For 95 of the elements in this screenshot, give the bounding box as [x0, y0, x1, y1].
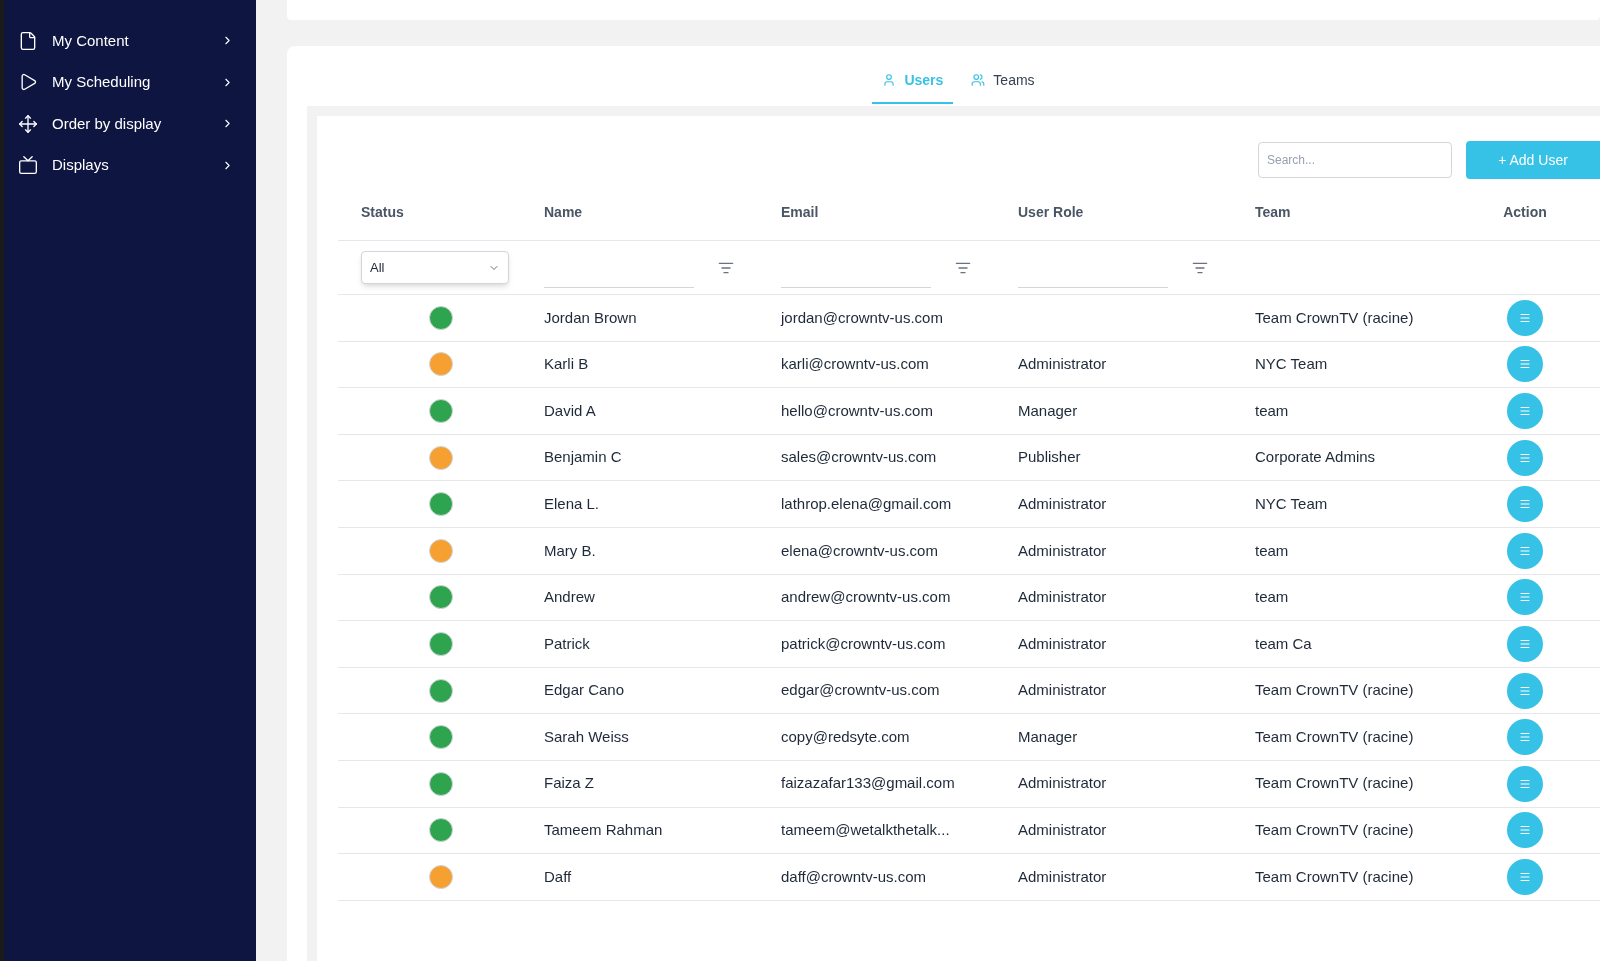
- team-cell: team Ca: [1255, 634, 1312, 652]
- role-cell: Administrator: [1018, 821, 1107, 839]
- menu-icon: [1519, 498, 1531, 511]
- menu-icon: [1519, 637, 1531, 650]
- move-icon: [18, 113, 38, 134]
- column-header: Status: [361, 203, 404, 220]
- team-cell: team: [1255, 401, 1289, 419]
- team-cell: team: [1255, 541, 1289, 559]
- email-cell: edgar@crowntv-us.com: [781, 681, 940, 699]
- name-cell: Mary B.: [544, 541, 596, 559]
- sidebar-item[interactable]: Order by display: [4, 103, 256, 145]
- menu-icon: [1519, 591, 1531, 604]
- team-cell: Team CrownTV (racine): [1255, 681, 1414, 699]
- name-cell: David A: [544, 401, 596, 419]
- role-cell: Administrator: [1018, 355, 1107, 373]
- name-cell: Patrick: [544, 634, 590, 652]
- name-cell: Andrew: [544, 588, 595, 606]
- action-menu-button[interactable]: [1507, 765, 1543, 802]
- team-cell: Team CrownTV (racine): [1255, 821, 1414, 839]
- column-header: Email: [781, 203, 819, 220]
- email-cell: karli@crowntv-us.com: [781, 355, 929, 373]
- column-header: Team: [1255, 203, 1291, 220]
- menu-icon: [1519, 451, 1531, 464]
- action-menu-button[interactable]: [1507, 858, 1543, 895]
- search-field[interactable]: Search...: [1258, 142, 1452, 178]
- action-menu-button[interactable]: [1507, 812, 1543, 849]
- action-menu-button[interactable]: [1507, 486, 1543, 523]
- action-menu-button[interactable]: [1507, 625, 1543, 662]
- action-menu-button[interactable]: [1507, 393, 1543, 429]
- team-cell: Team CrownTV (racine): [1255, 727, 1414, 745]
- action-menu-button[interactable]: [1507, 579, 1543, 616]
- team-cell: Team CrownTV (racine): [1255, 308, 1414, 326]
- name-cell: Tameem Rahman: [544, 821, 663, 839]
- email-cell: patrick@crowntv-us.com: [781, 634, 946, 652]
- role-cell: Manager: [1018, 401, 1078, 419]
- menu-icon: [1519, 311, 1531, 324]
- file-icon: [18, 30, 38, 51]
- people-icon: [971, 73, 986, 87]
- role-cell: Administrator: [1018, 681, 1107, 699]
- email-cell: hello@crowntv-us.com: [781, 401, 933, 419]
- role-cell: Administrator: [1018, 541, 1107, 559]
- menu-icon: [1519, 731, 1531, 744]
- email-cell: daff@crowntv-us.com: [781, 867, 926, 885]
- menu-icon: [1519, 405, 1531, 417]
- person-icon: [882, 73, 897, 87]
- role-cell: Administrator: [1018, 867, 1107, 885]
- tv-icon: [18, 155, 38, 176]
- email-cell: copy@redsyte.com: [781, 727, 910, 745]
- column-header: Name: [544, 203, 583, 220]
- name-cell: Edgar Cano: [544, 681, 625, 699]
- email-cell: lathrop.elena@gmail.com: [781, 494, 952, 512]
- action-menu-button[interactable]: [1507, 299, 1543, 336]
- action-menu-button[interactable]: [1507, 672, 1543, 709]
- email-cell: jordan@crowntv-us.com: [781, 308, 943, 326]
- team-cell: Corporate Admins: [1255, 448, 1376, 466]
- name-cell: Elena L.: [544, 494, 600, 512]
- team-cell: NYC Team: [1255, 355, 1328, 373]
- name-cell: Jordan Brown: [544, 308, 637, 326]
- name-cell: Faiza Z: [544, 774, 594, 792]
- role-cell: Manager: [1018, 727, 1078, 745]
- team-cell: Team CrownTV (racine): [1255, 867, 1414, 885]
- tab[interactable]: Teams: [961, 58, 1045, 104]
- email-cell: elena@crowntv-us.com: [781, 541, 938, 559]
- menu-icon: [1519, 544, 1531, 557]
- action-menu-button[interactable]: [1507, 439, 1543, 476]
- team-cell: team: [1255, 588, 1289, 606]
- name-cell: Sarah Weiss: [544, 727, 629, 745]
- team-cell: NYC Team: [1255, 494, 1328, 512]
- column-header: User Role: [1018, 203, 1084, 220]
- sidebar-item[interactable]: My Content: [4, 20, 256, 62]
- column-header: Action: [1503, 203, 1547, 220]
- menu-icon: [1519, 777, 1531, 790]
- role-cell: Administrator: [1018, 634, 1107, 652]
- name-cell: Karli B: [544, 355, 589, 373]
- menu-icon: [1519, 358, 1531, 371]
- status-select[interactable]: All: [361, 251, 509, 284]
- name-cell: Benjamin C: [544, 448, 622, 466]
- role-cell: Administrator: [1018, 774, 1107, 792]
- action-menu-button[interactable]: [1507, 346, 1543, 383]
- role-cell: Publisher: [1018, 448, 1081, 466]
- name-cell: Daff: [544, 867, 572, 885]
- action-menu-button[interactable]: [1507, 719, 1543, 756]
- menu-icon: [1519, 684, 1531, 697]
- role-cell: Administrator: [1018, 588, 1107, 606]
- email-cell: faizazafar133@gmail.com: [781, 774, 955, 792]
- menu-icon: [1519, 824, 1531, 837]
- team-cell: Team CrownTV (racine): [1255, 774, 1414, 792]
- menu-icon: [1519, 870, 1531, 883]
- sidebar-item[interactable]: My Scheduling: [4, 61, 256, 103]
- sidebar-item[interactable]: Displays: [4, 144, 256, 186]
- email-cell: tameem@wetalkthetalk...: [781, 821, 950, 839]
- role-cell: Administrator: [1018, 494, 1107, 512]
- email-cell: andrew@crowntv-us.com: [781, 588, 951, 606]
- email-cell: sales@crowntv-us.com: [781, 448, 937, 466]
- action-menu-button[interactable]: [1507, 532, 1543, 569]
